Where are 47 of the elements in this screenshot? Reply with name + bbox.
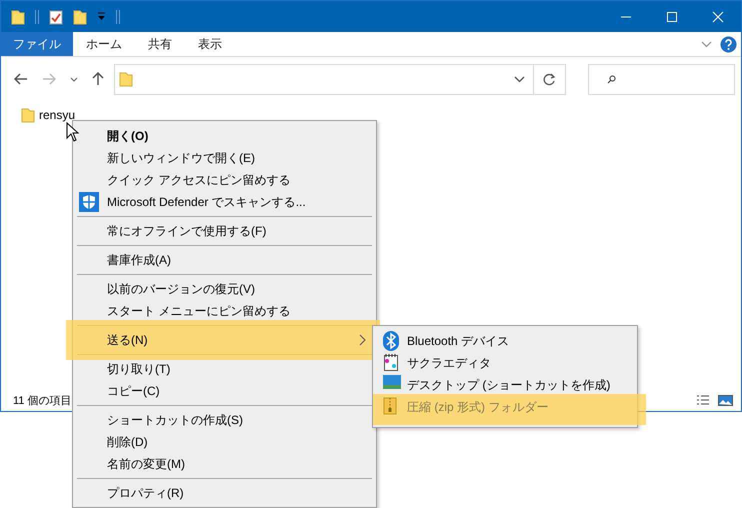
up-arrow-icon[interactable] [92,72,104,86]
notepad-icon [383,353,399,371]
folder-icon[interactable] [73,8,87,24]
zip-folder-icon [383,397,397,415]
menu-item[interactable]: 削除(D) [73,431,376,453]
menu-item[interactable]: クイック アクセスにピン留めする [73,169,376,191]
menu-item[interactable]: サクラエディタ [373,352,637,374]
folder-icon [21,107,35,123]
menu-item[interactable]: 新しいウィンドウで開く(E) [73,147,376,169]
folder-icon [119,71,133,87]
thumbnail-view-icon[interactable] [718,394,733,406]
close-icon[interactable] [712,10,724,22]
checklist-icon[interactable] [49,8,63,24]
menu-item[interactable]: プロパティ(R) [73,482,376,504]
dropdown-icon[interactable] [97,12,106,21]
menu-item[interactable]: Microsoft Defender でスキャンする... [73,191,376,213]
menu-item[interactable]: 名前の変更(M) [73,453,376,475]
menu-item[interactable]: 常にオフラインで使用する(F) [73,220,376,242]
refresh-button[interactable] [534,64,566,94]
menu-item[interactable]: 以前のバージョンの復元(V) [73,278,376,300]
search-icon [607,74,616,84]
desktop-icon [383,375,401,389]
shield-icon [79,192,99,212]
refresh-icon [543,72,556,86]
menu-item[interactable]: スタート メニューにピン留めする [73,300,376,322]
chevron-down-icon[interactable] [514,76,525,82]
file-name[interactable]: rensyu [39,108,76,122]
chevron-down-icon[interactable] [701,40,712,48]
details-view-icon[interactable] [696,394,710,406]
bluetooth-icon [383,331,399,351]
menu-item[interactable]: ショートカットの作成(S) [73,409,376,431]
menu-item[interactable]: デスクトップ (ショートカットを作成) [373,374,637,396]
back-arrow-icon[interactable] [14,73,28,85]
menu-item[interactable]: コピー(C) [73,380,376,402]
menu-item[interactable]: 書庫作成(A) [73,249,376,271]
help-icon[interactable] [720,36,737,52]
maximize-icon[interactable] [666,10,678,22]
chevron-right-icon [359,334,366,346]
search-field[interactable] [588,64,735,94]
menu-item[interactable]: Bluetooth デバイス [373,330,637,352]
menu-item[interactable]: 切り取り(T) [73,358,376,380]
chevron-down-icon[interactable] [70,76,78,82]
ribbon-tab[interactable]: ファイル [1,32,73,56]
menu-item[interactable]: 送る(N) [73,329,376,351]
status-text: 11 個の項目 [13,394,72,408]
mouse-cursor-icon [66,122,80,142]
folder-icon[interactable] [11,8,25,24]
